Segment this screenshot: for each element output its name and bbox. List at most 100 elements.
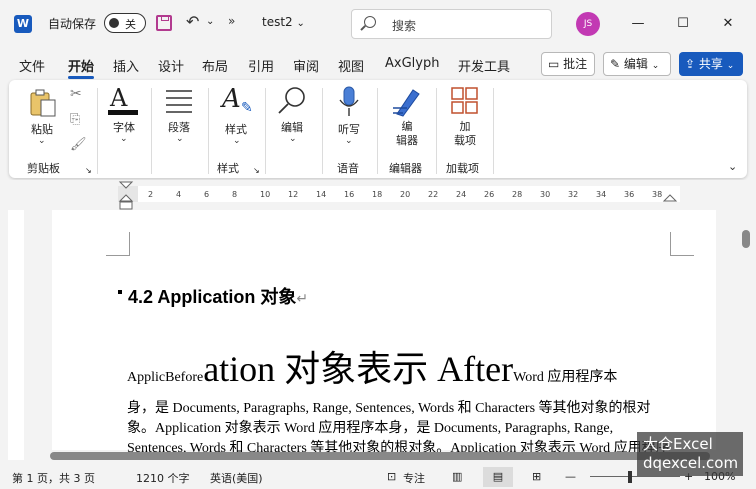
group-editor-label: 编辑器 <box>389 162 422 175</box>
more-commands-icon[interactable]: » <box>228 14 235 28</box>
format-painter-icon[interactable]: 🖌 <box>70 137 87 152</box>
paragraph-label: 段落 <box>168 121 190 134</box>
margin-corner-mark <box>670 232 694 256</box>
text-after: Word 应用程序本 <box>513 370 618 385</box>
undo-dropdown-chevron-icon[interactable]: ⌄ <box>206 16 214 27</box>
avatar[interactable]: JS <box>576 12 600 36</box>
text-before: ApplicBefore <box>127 370 204 385</box>
chevron-down-icon: ⌄ <box>651 61 660 71</box>
addins-icon[interactable] <box>451 87 479 115</box>
tab-layout[interactable]: 布局 <box>202 56 228 75</box>
font-icon[interactable]: A <box>110 84 127 112</box>
ruler-tick-label: 22 <box>428 190 439 199</box>
group-separator <box>436 88 437 174</box>
chevron-down-icon[interactable]: ⌄ <box>289 134 297 144</box>
addins-label: 加 载项 <box>454 120 476 147</box>
read-mode-icon[interactable]: ▥ <box>452 470 462 483</box>
paste-label: 粘贴 <box>31 123 53 136</box>
tab-developer[interactable]: 开发工具 <box>458 56 510 75</box>
editor-icon[interactable] <box>391 86 423 118</box>
group-separator <box>97 88 98 174</box>
tab-design[interactable]: 设计 <box>158 56 184 75</box>
tab-insert[interactable]: 插入 <box>113 56 139 75</box>
vertical-ruler[interactable] <box>8 210 24 460</box>
paragraph-icon[interactable] <box>164 88 194 114</box>
ruler-tick-label: 4 <box>176 190 182 199</box>
title-bar: W 自动保存 关 ↶ ⌄ » test2 ⌄ 搜索 JS — ☐ ✕ <box>0 0 756 48</box>
magnifier-icon[interactable] <box>276 86 308 116</box>
styles-icon[interactable]: A <box>222 84 241 114</box>
comment-icon: ▭ <box>548 57 560 71</box>
ruler-tick-label: 12 <box>288 190 299 199</box>
maximize-button[interactable]: ☐ <box>668 10 698 38</box>
vertical-scrollbar[interactable] <box>742 230 750 248</box>
tab-file[interactable]: 文件 <box>19 56 45 75</box>
horizontal-ruler[interactable]: 2 4 6 8 10 12 14 16 18 20 22 24 26 28 30 32 34 36 38 <box>118 186 680 202</box>
tab-references[interactable]: 引用 <box>248 56 274 75</box>
minimize-button[interactable]: — <box>623 10 653 38</box>
document-title[interactable]: test2 ⌄ <box>262 15 305 29</box>
word-logo-icon: W <box>14 15 32 33</box>
save-icon[interactable] <box>156 15 172 31</box>
tab-axglyph[interactable]: AxGlyph <box>385 56 439 71</box>
editing-mode-label: 编辑 <box>623 57 648 71</box>
body-line-3[interactable]: 象。Application 对象表示 Word 应用程序本身，是 Documen… <box>127 417 613 437</box>
toggle-knob <box>109 18 119 28</box>
group-voice-label: 语音 <box>337 162 359 175</box>
ruler-tick-label: 8 <box>232 190 238 199</box>
ruler-tick-label: 20 <box>400 190 411 199</box>
page-count[interactable]: 第 1 页，共 3 页 <box>12 470 95 486</box>
chevron-down-icon[interactable]: ⌄ <box>233 136 241 146</box>
language-status[interactable]: 英语(美国) <box>210 470 263 486</box>
word-count[interactable]: 1210 个字 <box>136 470 190 486</box>
ruler-tick-label: 34 <box>596 190 607 199</box>
tab-view[interactable]: 视图 <box>338 56 364 75</box>
comment-label: 批注 <box>563 57 588 71</box>
paste-icon[interactable] <box>28 88 58 118</box>
dictate-label: 听写 <box>338 123 360 136</box>
print-layout-icon[interactable]: ▤ <box>483 467 513 487</box>
microphone-icon[interactable] <box>338 86 360 118</box>
chevron-down-icon: ⌄ <box>726 61 735 71</box>
chevron-down-icon[interactable]: ⌄ <box>176 134 184 144</box>
zoom-slider[interactable] <box>590 476 680 477</box>
body-line-2[interactable]: 身，是 Documents, Paragraphs, Range, Senten… <box>127 397 651 417</box>
collapse-ribbon-chevron-icon[interactable]: ⌄ <box>728 160 737 173</box>
dialog-launcher-icon[interactable]: ↘ <box>253 166 260 175</box>
chevron-down-icon[interactable]: ⌄ <box>345 136 353 146</box>
document-page[interactable]: 4.2 Application 对象↵ ApplicBeforeation 对象… <box>52 210 716 456</box>
group-clipboard-label: 剪贴板 <box>27 162 60 175</box>
web-layout-icon[interactable]: ⊞ <box>532 470 541 483</box>
indent-markers-icon[interactable] <box>118 181 134 211</box>
font-label: 字体 <box>113 121 135 134</box>
document-heading[interactable]: 4.2 Application 对象↵ <box>128 283 308 309</box>
comment-button[interactable]: ▭ 批注 <box>541 52 595 76</box>
search-box[interactable]: 搜索 <box>351 9 552 39</box>
horizontal-scrollbar[interactable] <box>50 452 710 460</box>
tab-review[interactable]: 审阅 <box>293 56 319 75</box>
cut-icon[interactable]: ✂ <box>70 86 82 102</box>
editing-label: 编辑 <box>281 121 303 134</box>
focus-label[interactable]: 专注 <box>403 470 425 486</box>
right-indent-marker-icon[interactable] <box>662 192 678 202</box>
close-button[interactable]: ✕ <box>713 10 743 38</box>
autosave-toggle[interactable]: 关 <box>104 13 146 33</box>
focus-mode-icon[interactable]: ⊡ <box>387 470 396 483</box>
share-icon: ⇪ <box>685 57 696 71</box>
chevron-down-icon[interactable]: ⌄ <box>38 136 46 146</box>
tab-home[interactable]: 开始 <box>68 56 94 75</box>
copy-icon[interactable]: ⎘ <box>70 112 80 127</box>
pencil-icon: ✎ <box>610 57 621 71</box>
share-button[interactable]: ⇪ 共享 ⌄ <box>679 52 743 76</box>
zoom-out-icon[interactable]: — <box>565 470 576 483</box>
watermark: 大仓Excel dqexcel.com <box>637 432 743 476</box>
undo-icon[interactable]: ↶ <box>186 12 199 31</box>
chevron-down-icon[interactable]: ⌄ <box>120 134 128 144</box>
editing-mode-button[interactable]: ✎ 编辑 ⌄ <box>603 52 671 76</box>
search-icon <box>364 16 376 28</box>
dialog-launcher-icon[interactable]: ↘ <box>85 166 92 175</box>
zoom-slider-thumb[interactable] <box>628 471 632 483</box>
ruler-tick-label: 26 <box>484 190 495 199</box>
ruler-tick-label: 16 <box>344 190 355 199</box>
body-line-1[interactable]: ApplicBeforeation 对象表示 AfterWord 应用程序本 <box>127 340 617 392</box>
